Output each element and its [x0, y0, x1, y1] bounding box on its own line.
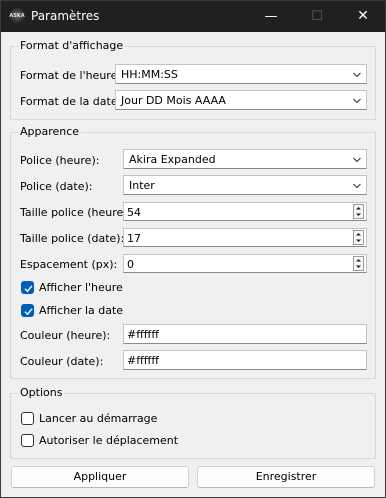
checkmark-icon	[24, 308, 33, 316]
date-format-label: Format de la date:	[20, 95, 122, 108]
group-title-options: Options	[18, 386, 65, 399]
spin-down-icon[interactable]	[354, 212, 363, 218]
date-font-value: Inter	[129, 179, 155, 192]
date-color-value: #ffffff	[127, 354, 159, 367]
show-date-label[interactable]: Afficher la date	[39, 304, 123, 317]
date-size-spinbox[interactable]: 17	[123, 228, 367, 247]
spin-arrows	[353, 204, 364, 219]
time-format-value: HH:MM:SS	[121, 68, 178, 81]
date-color-label: Couleur (date):	[20, 355, 104, 368]
spin-up-icon[interactable]	[354, 205, 363, 211]
save-button[interactable]: Enregistrer	[197, 466, 375, 488]
show-time-checkbox[interactable]	[21, 281, 34, 294]
date-format-select[interactable]: Jour DD Mois AAAA	[115, 90, 367, 110]
minimize-icon: —	[264, 9, 278, 24]
spin-arrows	[353, 256, 364, 271]
title-bar[interactable]: ASKA Paramètres — ☐ ✕	[1, 1, 385, 32]
time-size-spinbox[interactable]: 54	[123, 202, 367, 221]
group-title-format: Format d'affichage	[18, 39, 126, 52]
checkmark-icon	[24, 285, 33, 293]
chevron-down-icon	[353, 183, 361, 189]
spin-arrows	[353, 230, 364, 245]
date-color-input[interactable]: #ffffff	[123, 350, 367, 370]
spacing-label: Espacement (px):	[20, 258, 118, 271]
allow-move-label[interactable]: Autoriser le déplacement	[39, 434, 178, 447]
time-size-label: Taille police (heure):	[20, 206, 132, 219]
allow-move-checkbox[interactable]	[21, 434, 34, 447]
spacing-value: 0	[127, 258, 134, 271]
time-color-label: Couleur (heure):	[20, 329, 111, 342]
close-icon: ✕	[357, 8, 369, 24]
time-size-value: 54	[127, 206, 141, 219]
time-format-label: Format de l'heure:	[20, 69, 122, 82]
date-format-value: Jour DD Mois AAAA	[121, 94, 226, 107]
close-button[interactable]: ✕	[340, 1, 386, 32]
spacing-spinbox[interactable]: 0	[123, 254, 367, 273]
date-size-label: Taille police (date):	[20, 232, 125, 245]
time-font-select[interactable]: Akira Expanded	[123, 149, 367, 169]
app-logo-icon: ASKA	[9, 8, 25, 24]
spin-down-icon[interactable]	[354, 238, 363, 244]
time-font-label: Police (heure):	[20, 154, 100, 167]
maximize-icon: ☐	[311, 9, 323, 24]
time-font-value: Akira Expanded	[129, 153, 216, 166]
date-font-select[interactable]: Inter	[123, 175, 367, 195]
spin-up-icon[interactable]	[354, 231, 363, 237]
group-title-appearance: Apparence	[18, 125, 82, 138]
show-time-label[interactable]: Afficher l'heure	[39, 281, 123, 294]
chevron-down-icon	[353, 72, 361, 78]
show-date-checkbox[interactable]	[21, 304, 34, 317]
chevron-down-icon	[353, 98, 361, 104]
chevron-down-icon	[353, 157, 361, 163]
date-size-value: 17	[127, 232, 141, 245]
date-font-label: Police (date):	[20, 180, 93, 193]
options-group: Options	[10, 386, 376, 459]
time-color-input[interactable]: #ffffff	[123, 324, 367, 344]
time-format-select[interactable]: HH:MM:SS	[115, 64, 367, 84]
time-color-value: #ffffff	[127, 328, 159, 341]
startup-checkbox[interactable]	[21, 412, 34, 425]
maximize-button[interactable]: ☐	[294, 1, 340, 32]
spin-down-icon[interactable]	[354, 264, 363, 270]
startup-label[interactable]: Lancer au démarrage	[39, 412, 157, 425]
spin-up-icon[interactable]	[354, 257, 363, 263]
apply-button[interactable]: Appliquer	[11, 466, 189, 488]
minimize-button[interactable]: —	[248, 1, 294, 32]
window-title: Paramètres	[31, 9, 100, 23]
settings-window: ASKA Paramètres — ☐ ✕ Format d'affichage…	[0, 0, 386, 498]
